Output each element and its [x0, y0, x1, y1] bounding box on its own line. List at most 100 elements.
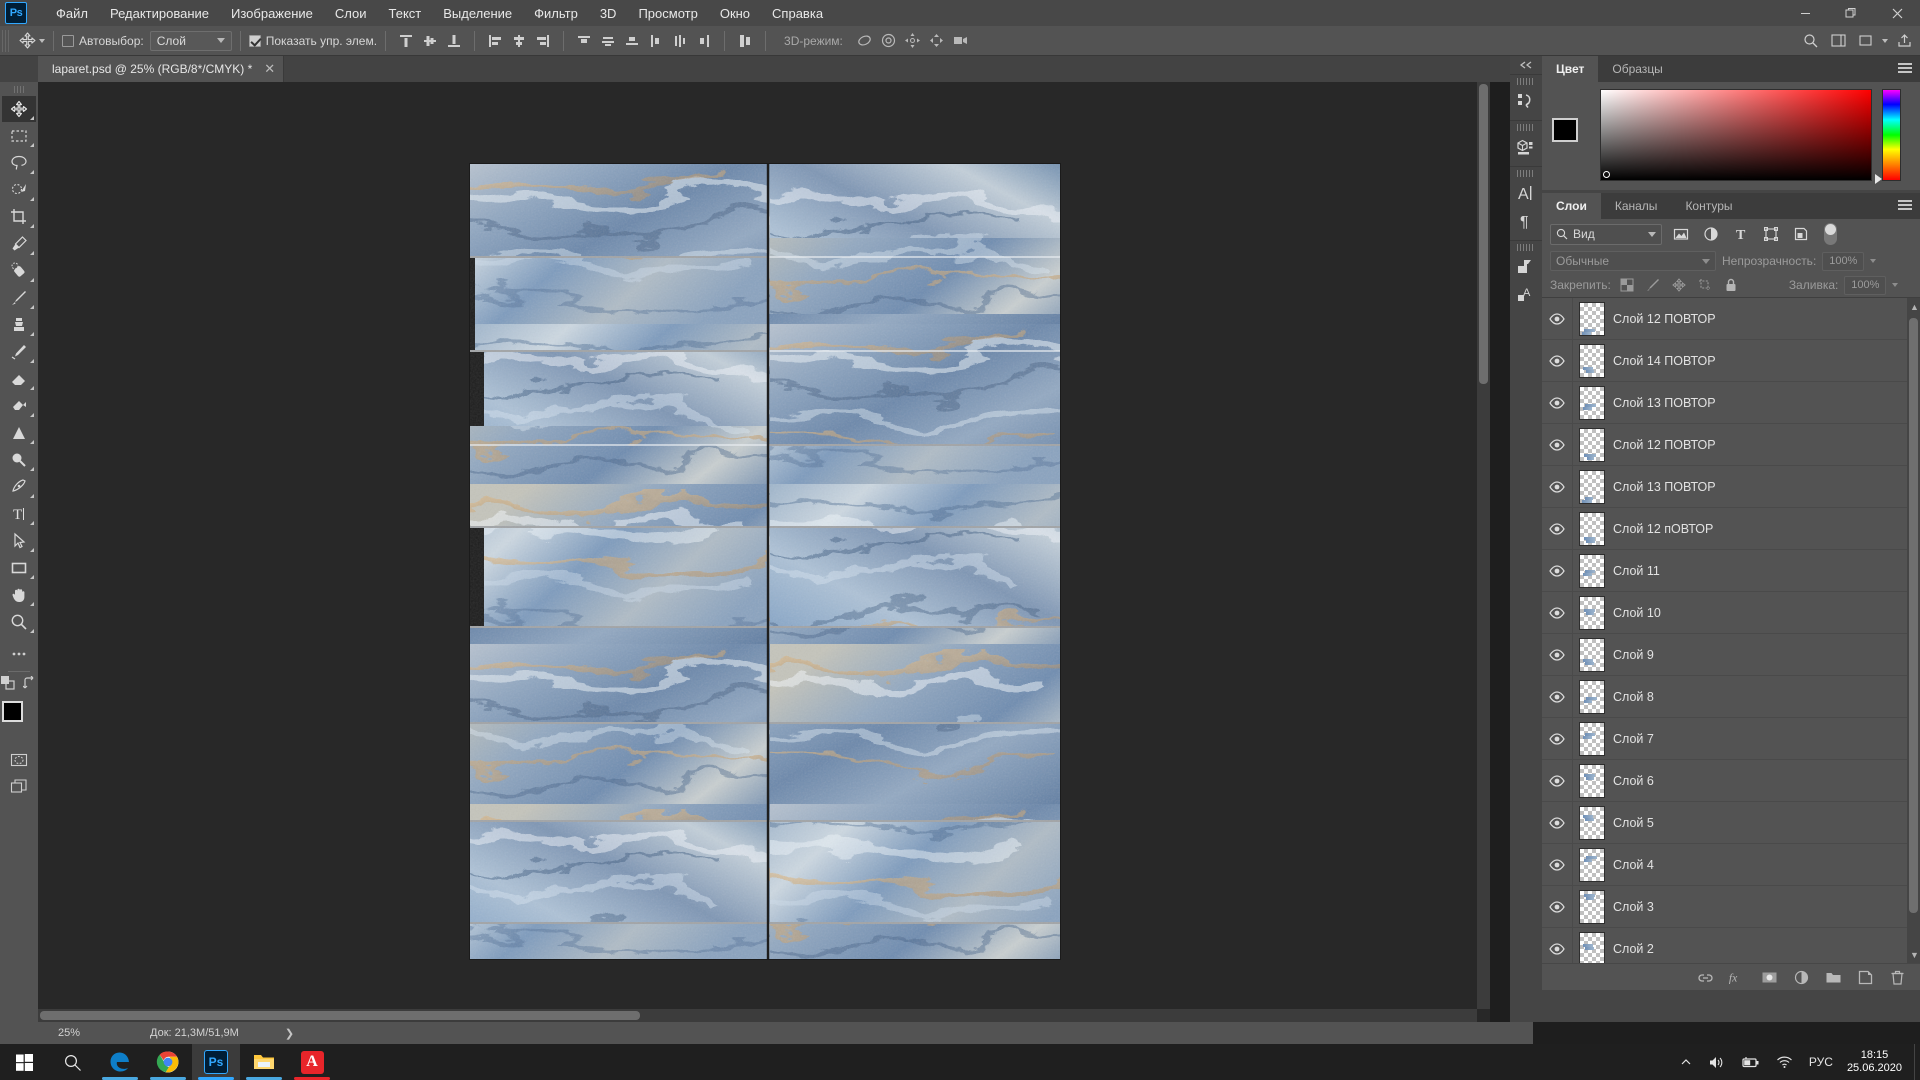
delete-layer-icon[interactable] [1888, 968, 1906, 986]
lasso-tool[interactable] [2, 150, 36, 176]
layer-visibility-eye-icon[interactable] [1542, 480, 1572, 493]
layer-thumbnail[interactable] [1579, 889, 1605, 924]
character-panel-icon[interactable]: A [1510, 179, 1540, 207]
color-swatches[interactable] [2, 701, 36, 735]
taskbar-app-edge[interactable] [96, 1044, 144, 1080]
layer-visibility-eye-icon[interactable] [1542, 690, 1572, 703]
dodge-tool[interactable] [2, 447, 36, 473]
scrollbar-thumb[interactable] [40, 1011, 640, 1020]
layer-thumbnail[interactable] [1579, 595, 1605, 630]
hue-slider-handle[interactable] [1875, 174, 1882, 184]
tab-channels[interactable]: Каналы [1600, 193, 1672, 219]
search-icon[interactable] [1798, 30, 1822, 52]
rectangular-marquee-tool[interactable] [2, 123, 36, 149]
layer-visibility-eye-icon[interactable] [1542, 606, 1572, 619]
canvas-horizontal-scrollbar[interactable] [38, 1009, 1477, 1022]
menu-filter[interactable]: Фильтр [523, 2, 589, 25]
filter-smart-object-icon[interactable] [1790, 223, 1812, 245]
layer-style-fx-icon[interactable]: fx [1728, 968, 1746, 986]
edit-toolbar-button[interactable] [2, 641, 36, 667]
history-brush-tool[interactable] [2, 339, 36, 365]
add-layer-mask-icon[interactable] [1760, 968, 1778, 986]
options-bar-grip[interactable] [2, 29, 11, 52]
layer-thumbnail[interactable] [1579, 511, 1605, 546]
layer-row[interactable]: Слой 8 [1542, 675, 1920, 718]
eyedropper-tool[interactable] [2, 231, 36, 257]
search-button[interactable] [48, 1044, 96, 1080]
align-right-edges-icon[interactable] [531, 30, 555, 52]
distribute-vertical-centers-icon[interactable] [596, 30, 620, 52]
artboard[interactable] [470, 164, 1060, 959]
layer-list[interactable]: Слой 12 ПОВТОР Слой 14 ПОВТОР Слой 13 ПОВТ… [1542, 297, 1920, 963]
layer-visibility-eye-icon[interactable] [1542, 564, 1572, 577]
gradient-tool[interactable] [2, 393, 36, 419]
lock-all-icon[interactable] [1721, 275, 1741, 295]
menu-layers[interactable]: Слои [324, 2, 378, 25]
filter-shape-icon[interactable] [1760, 223, 1782, 245]
align-left-edges-icon[interactable] [483, 30, 507, 52]
quick-selection-tool[interactable] [2, 177, 36, 203]
paragraph-panel-icon[interactable]: ¶ [1510, 207, 1540, 235]
menu-image[interactable]: Изображение [220, 2, 324, 25]
taskbar-app-photoshop[interactable]: Ps [192, 1044, 240, 1080]
distribute-horizontal-centers-icon[interactable] [668, 30, 692, 52]
swap-colors-icon[interactable] [22, 675, 37, 695]
taskbar-app-chrome[interactable] [144, 1044, 192, 1080]
auto-select-checkbox[interactable] [62, 34, 74, 47]
scale-3d-icon[interactable] [949, 30, 973, 52]
chevron-down-icon[interactable] [1870, 259, 1877, 263]
lock-position-icon[interactable] [1669, 275, 1689, 295]
layer-row[interactable]: Слой 7 [1542, 717, 1920, 760]
chevron-right-icon[interactable]: ❯ [285, 1027, 294, 1040]
new-adjustment-layer-icon[interactable] [1792, 968, 1810, 986]
chevron-down-icon[interactable] [1882, 38, 1888, 43]
hand-tool[interactable] [2, 582, 36, 608]
layer-row[interactable]: Слой 11 [1542, 549, 1920, 592]
document-size-info[interactable]: Док: 21,3M/51,9M ❯ [150, 1027, 294, 1040]
volume-icon[interactable] [1700, 1055, 1733, 1070]
rectangle-tool[interactable] [2, 555, 36, 581]
color-ramp-cursor[interactable] [1603, 171, 1610, 178]
pan-3d-icon[interactable] [901, 30, 925, 52]
taskbar-app-file-explorer[interactable] [240, 1044, 288, 1080]
lock-image-pixels-icon[interactable] [1643, 275, 1663, 295]
lock-artboard-nesting-icon[interactable] [1695, 275, 1715, 295]
layer-thumbnail[interactable] [1579, 847, 1605, 882]
roll-3d-icon[interactable] [877, 30, 901, 52]
layer-thumbnail[interactable] [1579, 301, 1605, 336]
layer-visibility-eye-icon[interactable] [1542, 816, 1572, 829]
layer-row[interactable]: Слой 14 ПОВТОР [1542, 339, 1920, 382]
rotate-3d-icon[interactable] [853, 30, 877, 52]
layer-comps-panel-icon[interactable] [1510, 253, 1540, 281]
layer-row[interactable]: Слой 12 пОВТОР [1542, 507, 1920, 550]
menu-select[interactable]: Выделение [432, 2, 523, 25]
dock-grip[interactable] [1517, 244, 1535, 251]
layer-visibility-eye-icon[interactable] [1542, 438, 1572, 451]
layer-row[interactable]: Слой 12 ПОВТОР [1542, 298, 1920, 340]
clone-stamp-tool[interactable] [2, 312, 36, 338]
zoom-tool[interactable] [2, 609, 36, 635]
3d-panel-icon[interactable] [1510, 133, 1540, 161]
hue-slider[interactable] [1875, 89, 1901, 184]
show-hidden-icons-chevron[interactable] [1672, 1056, 1700, 1068]
filter-type-icon[interactable]: T [1730, 223, 1752, 245]
foreground-color-swatch[interactable] [2, 701, 23, 722]
layer-row[interactable]: Слой 13 ПОВТОР [1542, 381, 1920, 424]
crop-tool[interactable] [2, 204, 36, 230]
layer-thumbnail[interactable] [1579, 343, 1605, 378]
layer-filter-type-dropdown[interactable]: Вид [1550, 223, 1662, 245]
slide-3d-icon[interactable] [925, 30, 949, 52]
layer-thumbnail[interactable] [1579, 427, 1605, 462]
layer-visibility-eye-icon[interactable] [1542, 774, 1572, 787]
align-horizontal-centers-icon[interactable] [507, 30, 531, 52]
document-tab[interactable]: laparet.psd @ 25% (RGB/8*/CMYK) * ✕ [38, 56, 285, 82]
new-group-icon[interactable] [1824, 968, 1842, 986]
blur-tool[interactable] [2, 420, 36, 446]
brush-tool[interactable] [2, 285, 36, 311]
distribute-right-edges-icon[interactable] [692, 30, 716, 52]
layer-visibility-eye-icon[interactable] [1542, 354, 1572, 367]
align-top-edges-icon[interactable] [394, 30, 418, 52]
share-icon[interactable] [1892, 30, 1916, 52]
move-tool-icon[interactable] [15, 30, 39, 52]
move-tool[interactable] [2, 96, 36, 122]
